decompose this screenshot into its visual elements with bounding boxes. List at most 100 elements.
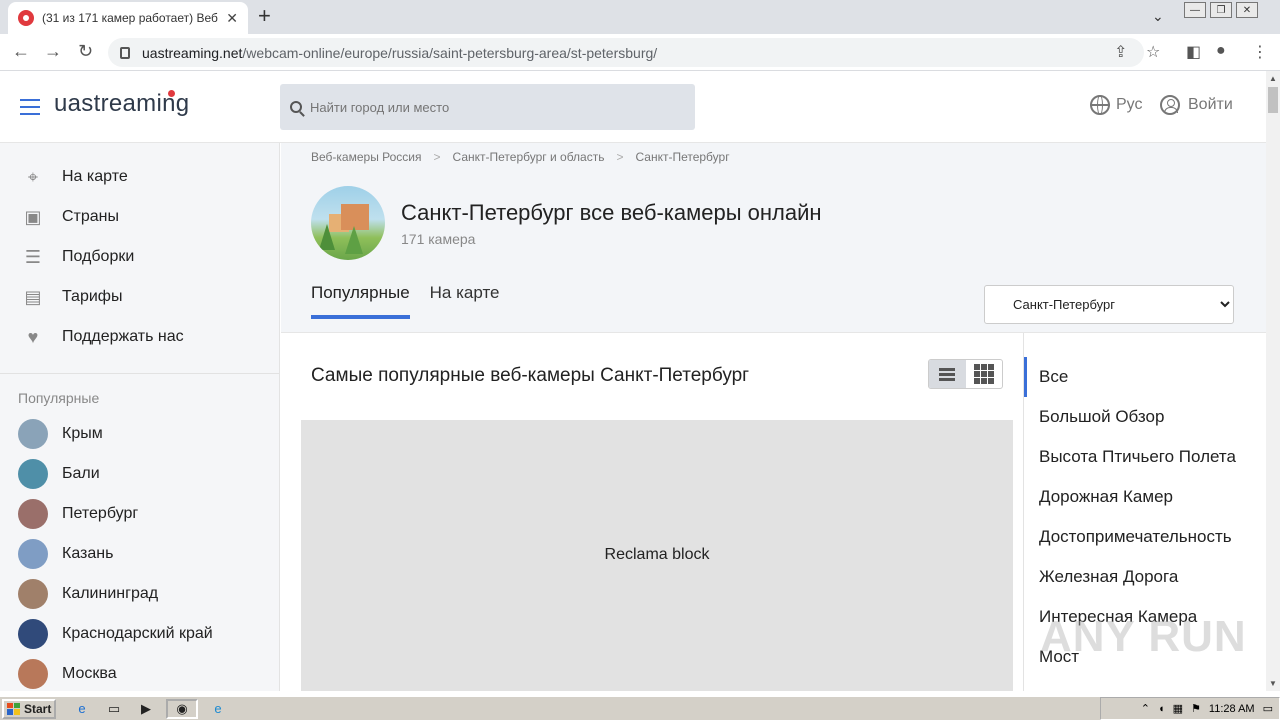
sidebar-item-label: Поддержать нас — [62, 328, 184, 345]
start-button[interactable]: Start — [2, 698, 56, 719]
profile-icon[interactable]: ● — [1216, 42, 1226, 60]
sidebar-item-label: Страны — [62, 208, 120, 225]
breadcrumb: Веб-камеры Россия > Санкт-Петербург и об… — [311, 150, 730, 164]
popular-item-kazan[interactable]: Казань — [0, 534, 279, 574]
popular-item-crimea[interactable]: Крым — [0, 414, 279, 454]
grid-view-button[interactable] — [966, 360, 1003, 388]
address-bar[interactable]: uastreaming.net/webcam-online/europe/rus… — [108, 38, 1144, 67]
search-input[interactable] — [310, 99, 670, 115]
browser-toolbar: ← → ↻ uastreaming.net/webcam-online/euro… — [0, 34, 1280, 71]
browser-tab[interactable]: (31 из 171 камер работает) Веб-к ✕ — [8, 2, 248, 34]
site-header: uastreaming Рус Войти — [0, 71, 1266, 143]
category-item[interactable]: Железная Дорога — [1024, 557, 1266, 597]
popular-item-kaliningrad[interactable]: Калининград — [0, 574, 279, 614]
scroll-up-icon[interactable]: ▲ — [1269, 74, 1277, 83]
taskbar: Start e ▭ ▶ ◉ e ⌃ ◖ ▦ ⚑ 11:28 AM ▭ — [0, 696, 1280, 720]
search-box[interactable] — [280, 84, 695, 130]
tray-expand-icon[interactable]: ⌃ — [1141, 702, 1150, 715]
logo-dot-icon — [168, 90, 175, 97]
login-button[interactable]: Войти — [1160, 95, 1233, 115]
edge-icon[interactable]: e — [206, 699, 230, 719]
briefcase-icon: ▤ — [24, 286, 42, 307]
volume-icon[interactable]: ◖ — [1158, 703, 1165, 715]
sidebar-item-map[interactable]: ⌖ На карте — [0, 157, 279, 197]
hamburger-menu-icon[interactable] — [20, 99, 40, 115]
breadcrumb-item[interactable]: Веб-камеры Россия — [311, 150, 422, 164]
sidebar-item-tariffs[interactable]: ▤ Тарифы — [0, 277, 279, 317]
popular-item-moscow[interactable]: Москва — [0, 654, 279, 691]
popular-item-petersburg[interactable]: Петербург — [0, 494, 279, 534]
list-icon — [939, 366, 956, 383]
close-window-icon[interactable]: ✕ — [1236, 2, 1258, 18]
sidebar-item-collections[interactable]: ☰ Подборки — [0, 237, 279, 277]
category-item[interactable]: Достопримечательность — [1024, 517, 1266, 557]
category-all[interactable]: Все — [1024, 357, 1266, 397]
chrome-icon[interactable]: ◉ — [166, 698, 198, 719]
view-toggle — [928, 359, 1003, 389]
restore-icon[interactable]: ❐ — [1210, 2, 1232, 18]
clock: 11:28 AM — [1208, 702, 1255, 715]
ad-block: Reclama block — [301, 420, 1013, 691]
place-thumbnail — [18, 419, 48, 449]
tab-search-chevron-icon[interactable]: ⌄ — [1152, 8, 1164, 25]
ad-block-text: Reclama block — [604, 546, 710, 563]
category-item[interactable]: Дорожная Камер — [1024, 477, 1266, 517]
desktop-icon[interactable]: ▭ — [1263, 702, 1273, 715]
network-icon[interactable]: ▦ — [1173, 702, 1183, 715]
sidebar-item-countries[interactable]: ▣ Страны — [0, 197, 279, 237]
media-player-icon[interactable]: ▶ — [134, 699, 158, 719]
breadcrumb-item[interactable]: Санкт-Петербург — [635, 150, 729, 164]
tab-map[interactable]: На карте — [430, 283, 500, 319]
breadcrumb-item[interactable]: Санкт-Петербург и область — [453, 150, 605, 164]
place-thumbnail — [18, 499, 48, 529]
popular-item-label: Бали — [62, 465, 100, 482]
url-host: uastreaming.net — [142, 44, 243, 61]
heart-icon: ♥ — [27, 326, 39, 347]
folder-icon[interactable]: ▭ — [102, 699, 126, 719]
popular-item-label: Петербург — [62, 505, 139, 522]
back-icon[interactable]: ← — [12, 41, 30, 62]
tab-popular[interactable]: Популярные — [311, 283, 410, 319]
category-item[interactable]: Большой Обзор — [1024, 397, 1266, 437]
ie-icon[interactable]: e — [70, 699, 94, 719]
menu-kebab-icon[interactable]: ⋮ — [1252, 42, 1268, 62]
map-pin-icon: ⌖ — [27, 166, 39, 187]
grid-icon — [973, 364, 994, 384]
collection-icon: ☰ — [24, 246, 42, 267]
city-select[interactable]: Санкт-Петербург — [984, 285, 1234, 324]
tv-icon: ▣ — [24, 206, 42, 227]
page-scrollbar[interactable]: ▲ ▼ — [1266, 71, 1280, 691]
new-tab-button[interactable]: + — [258, 5, 271, 27]
reload-icon[interactable]: ↻ — [78, 41, 93, 62]
breadcrumb-separator: > — [616, 150, 624, 164]
sidebar-item-label: Подборки — [62, 248, 135, 265]
place-thumbnail — [18, 459, 48, 489]
popular-item-bali[interactable]: Бали — [0, 454, 279, 494]
place-thumbnail — [18, 619, 48, 649]
popular-item-label: Краснодарский край — [62, 625, 213, 642]
window-controls: — ❐ ✕ — [1184, 2, 1258, 18]
forward-icon[interactable]: → — [44, 41, 62, 62]
flag-icon[interactable]: ⚑ — [1191, 702, 1201, 715]
popular-item-label: Казань — [62, 545, 114, 562]
bookmark-star-icon[interactable]: ☆ — [1146, 42, 1160, 62]
minimize-icon[interactable]: — — [1184, 2, 1206, 18]
language-switcher[interactable]: Рус — [1090, 95, 1143, 115]
place-thumbnail — [18, 579, 48, 609]
login-label: Войти — [1188, 96, 1233, 113]
side-panel-icon[interactable]: ◧ — [1186, 42, 1201, 62]
category-item[interactable]: Высота Птичьего Полета — [1024, 437, 1266, 477]
popular-item-krasnodar[interactable]: Краснодарский край — [0, 614, 279, 654]
sidebar-item-support[interactable]: ♥ Поддержать нас — [0, 317, 279, 357]
language-label: Рус — [1116, 96, 1143, 113]
tab-close-icon[interactable]: ✕ — [226, 10, 238, 27]
scroll-down-icon[interactable]: ▼ — [1269, 679, 1277, 688]
user-icon — [1160, 95, 1180, 115]
city-hero: Веб-камеры Россия > Санкт-Петербург и об… — [281, 143, 1266, 333]
popular-item-label: Москва — [62, 665, 117, 682]
site-logo[interactable]: uastreaming — [54, 90, 189, 118]
share-icon[interactable]: ⇪ — [1114, 42, 1127, 62]
list-view-button[interactable] — [929, 360, 966, 388]
scrollbar-thumb[interactable] — [1268, 87, 1278, 113]
place-thumbnail — [18, 659, 48, 689]
